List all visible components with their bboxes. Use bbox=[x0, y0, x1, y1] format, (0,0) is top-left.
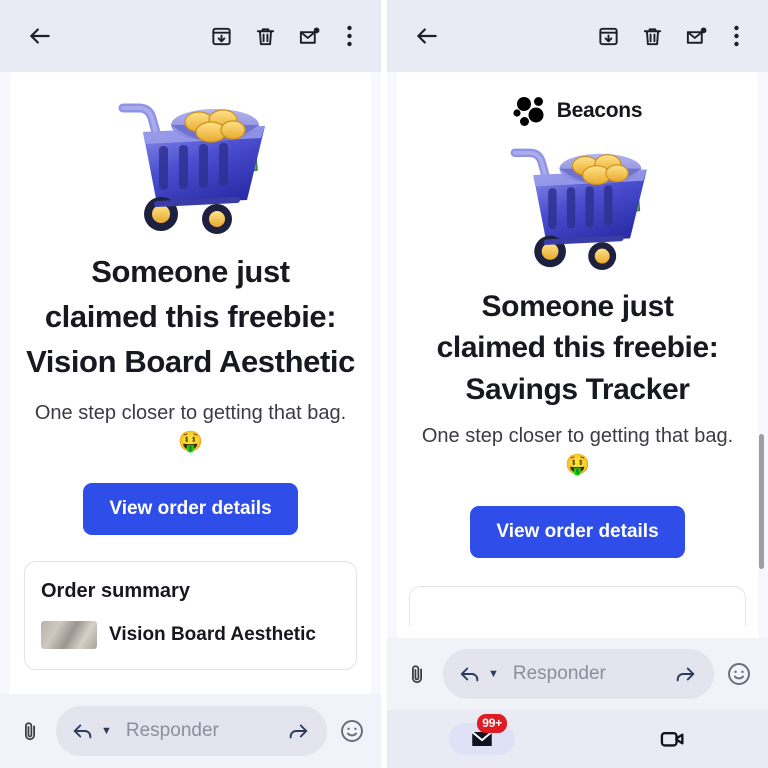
left-product-name: Vision Board Aesthetic bbox=[26, 343, 355, 379]
order-summary-title: Order summary bbox=[41, 579, 190, 602]
meet-nav-pill[interactable] bbox=[640, 723, 706, 755]
mark-unread-icon[interactable] bbox=[674, 14, 718, 58]
right-app-bar bbox=[387, 0, 768, 72]
nav-item-mail[interactable]: 99+ bbox=[387, 714, 578, 755]
more-vertical-icon[interactable] bbox=[718, 14, 754, 58]
bottom-navigation-bar: 99+ bbox=[387, 710, 768, 768]
mark-unread-icon[interactable] bbox=[287, 14, 331, 58]
right-headline-line1: Someone just bbox=[481, 290, 674, 323]
right-headline: Someone just claimed this freebie: Savin… bbox=[397, 280, 758, 410]
right-reply-placeholder: Responder bbox=[512, 663, 606, 684]
trash-icon[interactable] bbox=[243, 14, 287, 58]
forward-arrow-icon[interactable] bbox=[674, 663, 696, 685]
left-app-bar bbox=[0, 0, 381, 72]
right-reply-bar: ▼ Responder bbox=[387, 638, 768, 710]
right-hero-image bbox=[397, 130, 758, 280]
left-headline-line1: Someone just bbox=[91, 254, 290, 289]
archive-icon[interactable] bbox=[586, 14, 630, 58]
shopping-cart-with-money-illustration bbox=[118, 103, 265, 234]
nav-item-meet[interactable] bbox=[578, 723, 768, 755]
order-item-thumbnail bbox=[41, 620, 97, 649]
order-summary-card: Order summary Vision Board Aesthetic bbox=[24, 560, 357, 670]
chevron-down-icon[interactable]: ▼ bbox=[488, 668, 499, 680]
emoji-smiley-icon[interactable] bbox=[335, 714, 369, 748]
left-hero-image bbox=[10, 82, 371, 244]
dual-pane-email-screenshot: Someone just claimed this freebie: Visio… bbox=[0, 0, 768, 768]
reply-arrow-icon[interactable] bbox=[459, 663, 481, 685]
chevron-down-icon[interactable]: ▼ bbox=[101, 725, 112, 737]
right-email-panel: Beacons Someone just claimed this freebi… bbox=[387, 0, 768, 768]
order-summary-row: Vision Board Aesthetic bbox=[41, 620, 340, 649]
trash-icon[interactable] bbox=[630, 14, 674, 58]
order-summary-card-partial bbox=[409, 586, 746, 627]
left-reply-input[interactable]: ▼ Responder bbox=[56, 706, 327, 756]
archive-icon[interactable] bbox=[199, 14, 243, 58]
right-reply-input[interactable]: ▼ Responder bbox=[443, 649, 714, 699]
left-headline: Someone just claimed this freebie: Visio… bbox=[10, 244, 371, 385]
left-mail-card: Someone just claimed this freebie: Visio… bbox=[10, 72, 371, 768]
emoji-smiley-icon[interactable] bbox=[722, 657, 756, 691]
brand-row: Beacons bbox=[397, 82, 758, 130]
mail-unread-badge: 99+ bbox=[477, 714, 508, 733]
right-product-name: Savings Tracker bbox=[465, 372, 690, 406]
video-camera-icon bbox=[660, 732, 684, 747]
view-order-details-button[interactable]: View order details bbox=[470, 506, 685, 559]
right-subline: One step closer to getting that bag. 🤑 bbox=[421, 425, 734, 477]
left-email-panel: Someone just claimed this freebie: Visio… bbox=[0, 0, 381, 768]
left-subline: One step closer to getting that bag. 🤑 bbox=[34, 401, 347, 453]
right-cta-wrap: View order details bbox=[397, 480, 758, 574]
beacons-dots-logo bbox=[513, 97, 544, 126]
left-reply-bar: ▼ Responder bbox=[0, 694, 381, 768]
left-reply-placeholder: Responder bbox=[125, 720, 219, 741]
paperclip-icon[interactable] bbox=[399, 656, 435, 692]
right-headline-line2: claimed this freebie: bbox=[436, 331, 719, 365]
paperclip-icon[interactable] bbox=[12, 713, 48, 749]
back-icon[interactable] bbox=[18, 14, 62, 58]
left-headline-line2: claimed this freebie: bbox=[44, 298, 337, 334]
brand-name: Beacons bbox=[556, 99, 643, 122]
view-order-details-button[interactable]: View order details bbox=[83, 482, 298, 535]
left-email-body[interactable]: Someone just claimed this freebie: Visio… bbox=[0, 72, 381, 768]
shopping-cart-with-money-illustration bbox=[510, 148, 647, 271]
more-vertical-icon[interactable] bbox=[331, 14, 367, 58]
back-icon[interactable] bbox=[405, 14, 449, 58]
reply-arrow-icon[interactable] bbox=[72, 720, 94, 742]
order-item-name: Vision Board Aesthetic bbox=[109, 623, 316, 645]
left-cta-wrap: View order details bbox=[10, 457, 371, 551]
forward-arrow-icon[interactable] bbox=[287, 720, 309, 742]
mail-nav-pill[interactable]: 99+ bbox=[449, 714, 516, 755]
